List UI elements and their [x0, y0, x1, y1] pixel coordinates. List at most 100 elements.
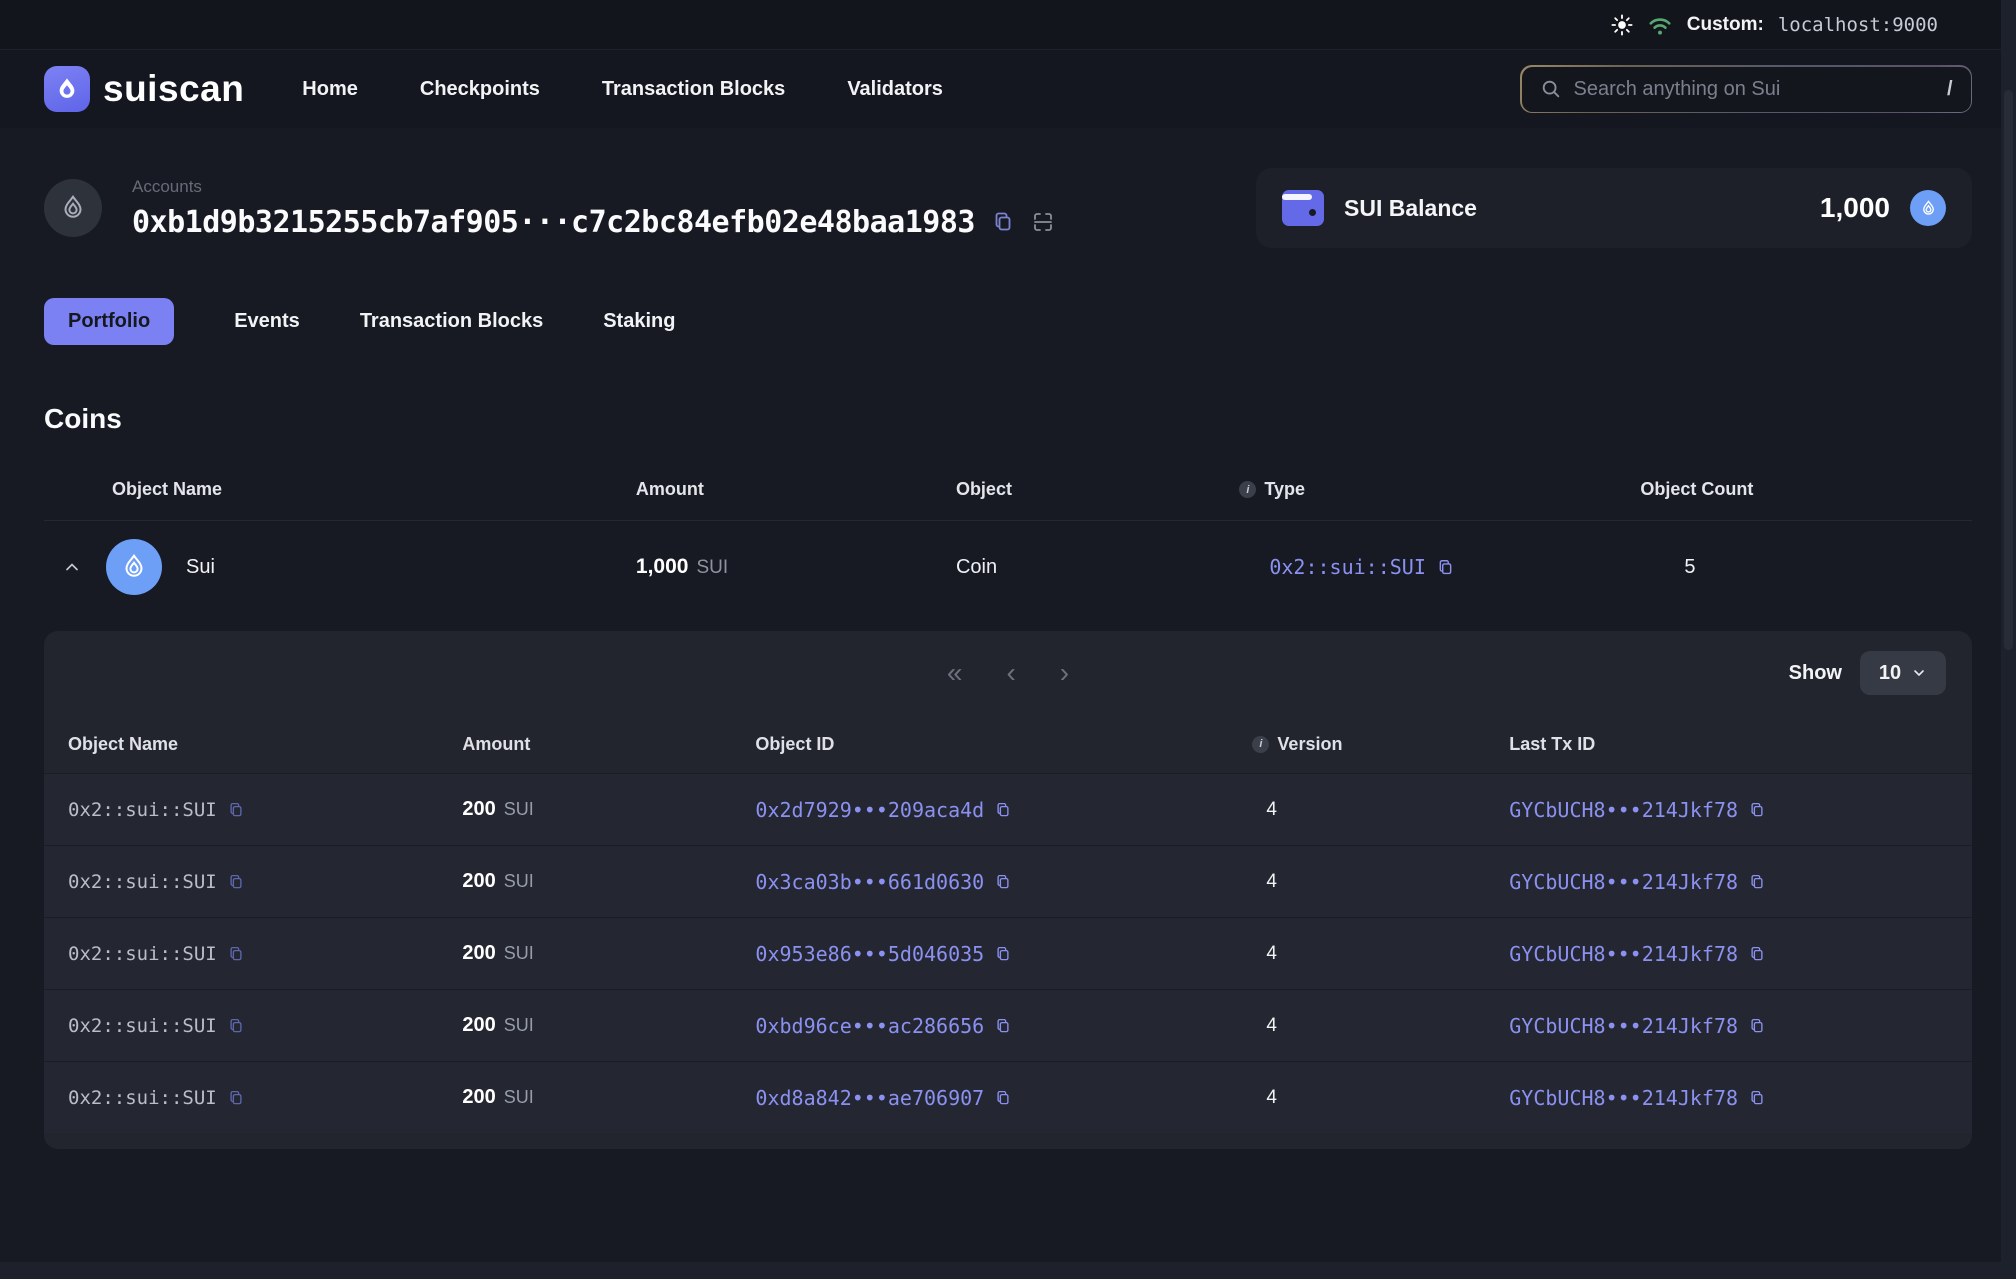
- network-selector[interactable]: [1647, 13, 1673, 37]
- coin-row-sui[interactable]: Sui 1,000SUI Coin 0x2::sui::SUI 5: [44, 521, 1972, 613]
- last-tx-link[interactable]: GYCbUCH8•••214Jkf78: [1509, 798, 1738, 822]
- search-icon: [1540, 78, 1562, 100]
- coin-objects-panel: « ‹ › Show 10 Object Name Amount Object …: [44, 631, 1972, 1149]
- next-page-button[interactable]: ›: [1056, 659, 1073, 687]
- object-amount: 200: [462, 1014, 495, 1036]
- objects-header-version: Version: [1277, 734, 1342, 755]
- object-id-link[interactable]: 0xd8a842•••ae706907: [755, 1086, 984, 1110]
- nav-link-transaction-blocks[interactable]: Transaction Blocks: [602, 78, 785, 101]
- type-info-icon[interactable]: i: [1239, 481, 1256, 498]
- copy-icon: [994, 801, 1012, 819]
- search-input[interactable]: [1574, 78, 1935, 101]
- object-row: 0x2::sui::SUI 200SUI 0xd8a842•••ae706907…: [44, 1061, 1972, 1133]
- object-id-link[interactable]: 0x3ca03b•••661d0630: [755, 870, 984, 894]
- copy-object-name-button[interactable]: [227, 1089, 245, 1107]
- last-tx-link[interactable]: GYCbUCH8•••214Jkf78: [1509, 1014, 1738, 1038]
- copy-last-tx-button[interactable]: [1748, 801, 1766, 819]
- page-size-value: 10: [1879, 662, 1901, 685]
- object-id-link[interactable]: 0xbd96ce•••ac286656: [755, 1014, 984, 1038]
- copy-icon: [1748, 801, 1766, 819]
- object-amount: 200: [462, 1086, 495, 1108]
- theme-toggle-button[interactable]: [1611, 14, 1633, 36]
- tab-staking[interactable]: Staking: [603, 310, 675, 333]
- copy-object-name-button[interactable]: [227, 801, 245, 819]
- balance-value: 1,000: [1820, 192, 1890, 224]
- copy-object-id-button[interactable]: [994, 1017, 1012, 1035]
- copy-type-button[interactable]: [1436, 558, 1455, 577]
- last-tx-link[interactable]: GYCbUCH8•••214Jkf78: [1509, 942, 1738, 966]
- object-row: 0x2::sui::SUI 200 SUI 0x3ca03b•••661d0630…: [44, 845, 1972, 917]
- sui-token-icon: [1910, 190, 1946, 226]
- coins-header-object: Object: [956, 479, 1239, 500]
- account-header: Accounts 0xb1d9b3215255cb7af905···c7c2bc…: [0, 168, 2016, 248]
- object-id-link[interactable]: 0x2d7929•••209aca4d: [755, 798, 984, 822]
- copy-address-button[interactable]: [991, 210, 1015, 234]
- copy-icon: [227, 1089, 245, 1107]
- object-currency: SUI: [504, 871, 534, 891]
- object-row: 0x2::sui::SUI 200SUI 0xbd96ce•••ac286656…: [44, 989, 1972, 1061]
- object-id-link[interactable]: 0x953e86•••5d046035: [755, 942, 984, 966]
- copy-object-id-button[interactable]: [994, 801, 1012, 819]
- coins-table-header: Object Name Amount Object i Type Object …: [44, 479, 1972, 521]
- search-box: /: [1520, 65, 1972, 113]
- account-address: 0xb1d9b3215255cb7af905···c7c2bc84efb02e4…: [132, 205, 975, 240]
- copy-icon: [991, 210, 1015, 234]
- copy-object-name-button[interactable]: [227, 945, 245, 963]
- copy-object-name-button[interactable]: [227, 873, 245, 891]
- copy-last-tx-button[interactable]: [1748, 1089, 1766, 1107]
- copy-last-tx-button[interactable]: [1748, 945, 1766, 963]
- object-currency: SUI: [504, 1087, 534, 1107]
- account-avatar: [44, 179, 102, 237]
- copy-icon: [1748, 1089, 1766, 1107]
- copy-last-tx-button[interactable]: [1748, 873, 1766, 891]
- object-currency: SUI: [504, 799, 534, 819]
- copy-icon: [1748, 945, 1766, 963]
- coins-header-object-count: Object Count: [1640, 479, 1972, 500]
- object-name: 0x2::sui::SUI: [68, 871, 217, 893]
- prev-page-button[interactable]: ‹: [1002, 659, 1019, 687]
- scan-frame-icon: [1031, 210, 1055, 234]
- sun-icon: [1611, 14, 1633, 36]
- copy-object-id-button[interactable]: [994, 945, 1012, 963]
- nav-link-validators[interactable]: Validators: [847, 78, 943, 101]
- objects-header-name: Object Name: [44, 734, 462, 755]
- coin-object-count: 5: [1640, 556, 1972, 579]
- pagination-bar: « ‹ › Show 10: [44, 631, 1972, 715]
- copy-icon: [227, 801, 245, 819]
- tab-events[interactable]: Events: [234, 310, 300, 333]
- copy-object-id-button[interactable]: [994, 1089, 1012, 1107]
- copy-icon: [227, 1017, 245, 1035]
- last-tx-link[interactable]: GYCbUCH8•••214Jkf78: [1509, 1086, 1738, 1110]
- version-info-icon[interactable]: i: [1252, 736, 1269, 753]
- nav-link-home[interactable]: Home: [302, 78, 358, 101]
- qr-expand-button[interactable]: [1031, 210, 1055, 234]
- object-version: 4: [1210, 1015, 1509, 1037]
- nav-link-checkpoints[interactable]: Checkpoints: [420, 78, 540, 101]
- coin-name: Sui: [186, 556, 215, 579]
- navbar: suiscan Home Checkpoints Transaction Blo…: [0, 50, 2016, 128]
- tab-portfolio[interactable]: Portfolio: [44, 298, 174, 345]
- collapse-row-button[interactable]: [62, 557, 82, 577]
- coins-section-title: Coins: [0, 403, 2016, 435]
- copy-last-tx-button[interactable]: [1748, 1017, 1766, 1035]
- tab-transaction-blocks[interactable]: Transaction Blocks: [360, 310, 543, 333]
- page-scrollbar[interactable]: [2001, 0, 2016, 1279]
- network-endpoint: localhost:9000: [1778, 14, 1938, 36]
- brand-logo[interactable]: suiscan: [44, 66, 244, 112]
- object-name: 0x2::sui::SUI: [68, 943, 217, 965]
- object-amount: 200: [462, 870, 495, 892]
- copy-object-id-button[interactable]: [994, 873, 1012, 891]
- balance-label: SUI Balance: [1344, 195, 1800, 222]
- topbar: Custom: localhost:9000: [0, 0, 2016, 50]
- first-page-button[interactable]: «: [943, 659, 967, 687]
- search-shortcut-hint: /: [1947, 78, 1953, 101]
- coins-header-amount: Amount: [636, 479, 956, 500]
- scrollbar-thumb[interactable]: [2004, 90, 2013, 650]
- coins-header-object-name: Object Name: [44, 479, 636, 500]
- page-size-select[interactable]: 10: [1860, 651, 1946, 695]
- object-version: 4: [1210, 799, 1509, 821]
- last-tx-link[interactable]: GYCbUCH8•••214Jkf78: [1509, 870, 1738, 894]
- copy-object-name-button[interactable]: [227, 1017, 245, 1035]
- coin-type-link[interactable]: 0x2::sui::SUI: [1269, 555, 1426, 579]
- coin-object-kind: Coin: [956, 556, 1239, 579]
